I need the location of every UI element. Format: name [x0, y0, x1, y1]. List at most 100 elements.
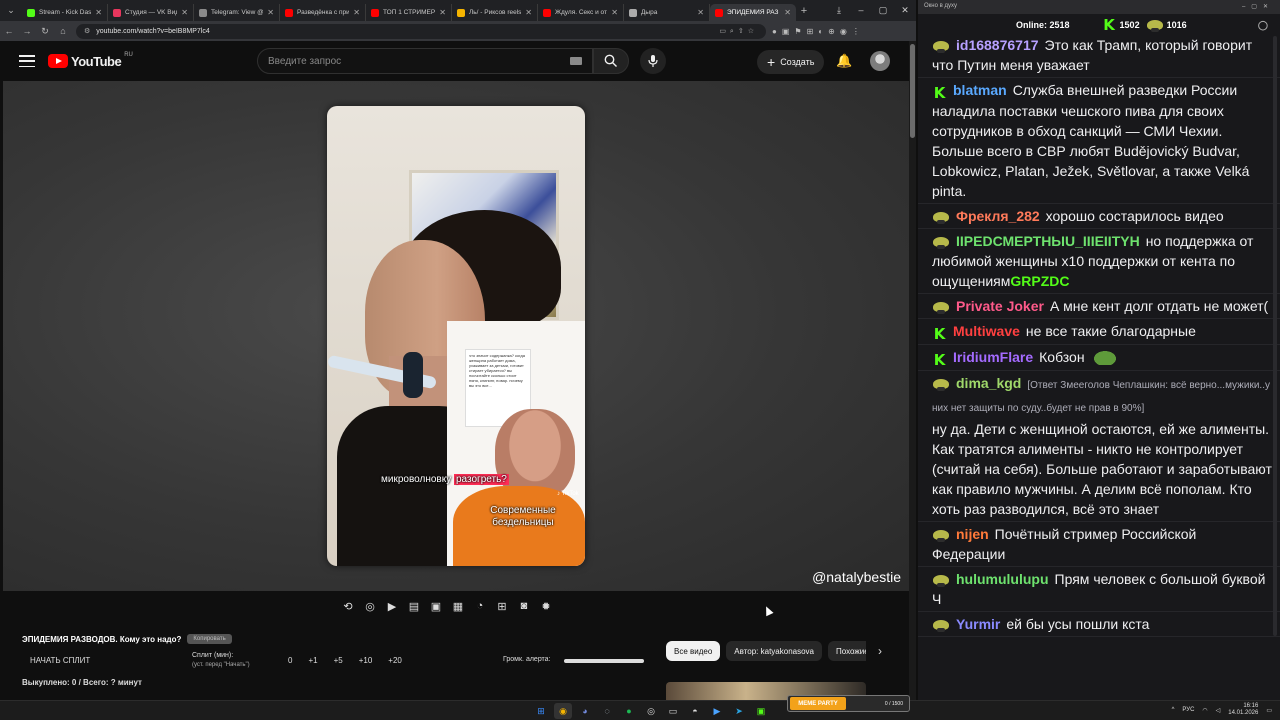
chat-username[interactable]: hulumululupu [956, 571, 1049, 587]
tab-close-icon[interactable]: ✕ [697, 8, 704, 17]
speed-icon[interactable]: ▶ [384, 598, 400, 614]
browser-tab[interactable]: Ждуля. Секс и отн ✕ [538, 4, 624, 21]
search-input[interactable]: Введите запрос [257, 48, 593, 74]
keyboard-icon[interactable] [570, 57, 582, 65]
menu-icon[interactable] [19, 55, 35, 67]
close-window-button[interactable]: ✕ [894, 5, 916, 16]
add-clip-icon[interactable]: ⊞ [494, 598, 510, 614]
maximize-button[interactable]: ▢ [872, 5, 894, 16]
page-scrollbar[interactable] [909, 41, 916, 700]
chat-username[interactable]: Private Joker [956, 298, 1044, 314]
tab-close-icon[interactable]: ✕ [784, 8, 791, 17]
reload-icon[interactable]: ↻ [36, 26, 54, 37]
extension-icon[interactable]: ◐ [818, 27, 823, 36]
theater-mode-icon[interactable]: ▦ [450, 598, 466, 614]
page-scrollbar-thumb[interactable] [910, 44, 915, 138]
app-icon[interactable]: ▭ [664, 703, 682, 719]
extension-icon[interactable]: ▣ [782, 27, 790, 36]
minimize-button[interactable]: – [850, 5, 872, 16]
chat-username[interactable]: Фрекля_282 [956, 208, 1040, 224]
chat-scrollbar[interactable] [1273, 36, 1277, 636]
notifications-bell-icon[interactable]: 🔔 [836, 53, 852, 69]
copy-title-button[interactable]: Копировать [187, 634, 232, 644]
discord-icon[interactable]: ◕ [576, 703, 594, 719]
browser-tab[interactable]: Stream - Kick Dashb✕ [22, 4, 108, 21]
kick-app-icon[interactable]: ▣ [752, 703, 770, 719]
video-player[interactable]: что значит содержанка? когда женщина раб… [3, 81, 909, 591]
loop-icon[interactable]: ⟲ [340, 598, 356, 614]
chip-all-videos[interactable]: Все видео [666, 641, 721, 661]
browser-tab[interactable]: Ль/ - Риксов reels ✕ [452, 4, 538, 21]
chat-username[interactable]: Multiwave [953, 323, 1020, 339]
chat-username[interactable]: blatman [953, 82, 1007, 98]
profile-icon[interactable]: ◉ [840, 27, 847, 36]
chrome-icon[interactable]: ◉ [554, 703, 572, 719]
tab-close-icon[interactable]: ✕ [611, 8, 618, 17]
chat-username[interactable]: nijen [956, 526, 989, 542]
split-add-button[interactable]: +10 [359, 656, 373, 665]
chip-author[interactable]: Автор: katyakonasova [726, 641, 822, 661]
chat-username[interactable]: dima_kgd [956, 375, 1021, 391]
download-icon[interactable]: ⤓ [828, 5, 850, 16]
new-tab-button[interactable]: + [796, 5, 812, 17]
browser-tab[interactable]: Дыра ✕ [624, 4, 710, 21]
chat-window-controls[interactable]: –▢✕ [1242, 3, 1274, 11]
split-add-button[interactable]: +20 [388, 656, 402, 665]
youtube-logo[interactable]: YouTube RU [48, 52, 133, 69]
chat-username[interactable]: id168876717 [956, 37, 1039, 53]
browser-tab[interactable]: ТОП 1 СТРИМЕР В✕ [366, 4, 452, 21]
split-add-button[interactable]: +5 [334, 656, 343, 665]
language-indicator[interactable]: РУС [1182, 707, 1194, 713]
telegram-icon[interactable]: ➤ [730, 703, 748, 719]
forward-icon[interactable]: → [18, 26, 36, 36]
browser-tab[interactable]: Telegram: View @Fi✕ [194, 4, 280, 21]
back-icon[interactable]: ← [0, 26, 18, 36]
split-add-button[interactable]: +1 [308, 656, 317, 665]
gauge-icon[interactable]: ◔ [472, 598, 488, 614]
obs-icon[interactable]: ◎ [642, 703, 660, 719]
tab-close-icon[interactable]: ✕ [353, 8, 360, 17]
tab-close-icon[interactable]: ✕ [525, 8, 532, 17]
tray-chevron-icon[interactable]: ^ [1172, 707, 1175, 713]
extension-icon[interactable]: ⚑ [794, 27, 801, 36]
avatar[interactable] [870, 51, 890, 71]
create-button[interactable]: + Создать [757, 50, 825, 74]
start-split-button[interactable]: НАЧАТЬ СПЛИТ [30, 656, 90, 665]
search-button[interactable] [593, 48, 629, 74]
spotify-icon[interactable]: ● [620, 703, 638, 719]
tab-close-icon[interactable]: ✕ [439, 8, 446, 17]
steam-icon[interactable]: ◌ [598, 703, 616, 719]
chat-username[interactable]: IridiumFlare [953, 349, 1033, 365]
volume-icon[interactable]: ◁ [1216, 707, 1221, 714]
menu-icon[interactable]: ⋮ [852, 27, 860, 36]
chevron-right-icon[interactable]: › [878, 644, 882, 658]
picture-in-picture-icon[interactable]: ▣ [428, 598, 444, 614]
start-icon[interactable]: ⊞ [532, 703, 550, 719]
browser-tab[interactable]: Разведёнка с прице ✕ [280, 4, 366, 21]
tab-close-icon[interactable]: ✕ [267, 8, 274, 17]
tab-close-icon[interactable]: ✕ [95, 8, 102, 17]
voice-search-button[interactable] [640, 48, 666, 74]
extension-icon[interactable]: ⊞ [807, 27, 814, 36]
browser-tab[interactable]: Студия — VK Видео ✕ [108, 4, 194, 21]
chat-options-icon[interactable]: ◯ [1258, 20, 1268, 31]
tab-search-icon[interactable]: ⌄ [0, 0, 22, 21]
clock[interactable]: 16:16 14.01.2026 [1228, 703, 1258, 717]
clapperboard-icon[interactable]: ▤ [406, 598, 422, 614]
media-player-icon[interactable]: ▶ [708, 703, 726, 719]
audio-icon[interactable]: ◎ [362, 598, 378, 614]
extension-icon[interactable]: ● [772, 27, 777, 36]
home-icon[interactable]: ⌂ [54, 26, 72, 36]
app-icon[interactable]: ◓ [686, 703, 704, 719]
chat-username[interactable]: Yurmir [956, 616, 1000, 632]
chat-username[interactable]: IIРЕDСМЕРТНЫU_IIIEIITYH [956, 233, 1140, 249]
wifi-icon[interactable]: ◠ [1202, 707, 1207, 714]
notifications-icon[interactable]: ▭ [1266, 707, 1272, 714]
tab-close-icon[interactable]: ✕ [181, 8, 188, 17]
settings-gear-icon[interactable]: ✹ [538, 598, 554, 614]
site-info-icon[interactable]: ⚙ [84, 27, 90, 35]
browser-tab[interactable]: ЭПИДЕМИЯ РАЗ ✕ [710, 4, 796, 21]
screenshot-icon[interactable]: ◙ [516, 598, 532, 614]
chip-similar[interactable]: Похожие [828, 641, 866, 661]
extension-icon[interactable]: ⊕ [828, 27, 835, 36]
